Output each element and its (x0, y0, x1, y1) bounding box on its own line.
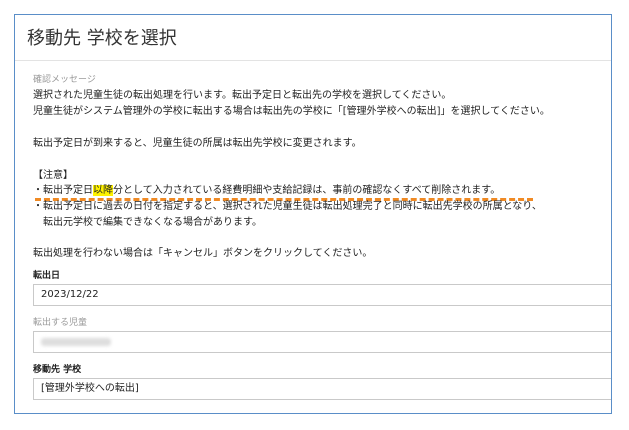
message-line-2: 児童生徒がシステム管理外の学校に転出する場合は転出先の学校に「[管理外学校への転… (33, 106, 550, 117)
notice-item-1-post: 分として入力されている経費明細や支給記録は、事前の確認なくすべて削除されます。 (113, 185, 501, 196)
notice-item-2-line-2: 転出元学校で編集できなくなる場合があります。 (33, 217, 262, 228)
redacted-student-name (41, 338, 111, 346)
notice-item-1-pre: ・転出予定日 (33, 185, 93, 196)
dialog-header: 移動先 学校を選択 (15, 15, 611, 61)
notice-item-2-line-1: ・転出予定日に過去の日付を指定すると、選択された児童生徒は転出処理完了と同時に転… (33, 201, 542, 212)
transfer-dialog: 移動先 学校を選択 確認メッセージ 選択された児童生徒の転出処理を行います。転出… (14, 14, 612, 414)
highlighted-text: 以降 (93, 185, 113, 196)
destination-school-select[interactable]: [管理外学校への転出] (33, 378, 611, 400)
transfer-date-label: 転出日 (33, 271, 61, 281)
destination-label: 移動先 学校 (33, 365, 82, 375)
transfer-date-field[interactable]: 2023/12/22 (33, 284, 611, 306)
message-line-1: 選択された児童生徒の転出処理を行います。転出予定日と転出先の学校を選択してくださ… (33, 90, 452, 101)
notice-title: 【注意】 (33, 170, 73, 181)
dialog-title: 移動先 学校を選択 (27, 28, 177, 49)
notice-item-1: ・転出予定日以降分として入力されている経費明細や支給記録は、事前の確認なくすべて… (33, 184, 500, 198)
student-label: 転出する児童 (33, 318, 88, 328)
message-caption: 確認メッセージ (33, 75, 96, 85)
student-field[interactable] (33, 331, 611, 353)
message-line-3: 転出予定日が到来すると、児童生徒の所属は転出先学校に変更されます。 (33, 138, 362, 149)
cancel-note: 転出処理を行わない場合は「キャンセル」ボタンをクリックしてください。 (33, 248, 373, 259)
